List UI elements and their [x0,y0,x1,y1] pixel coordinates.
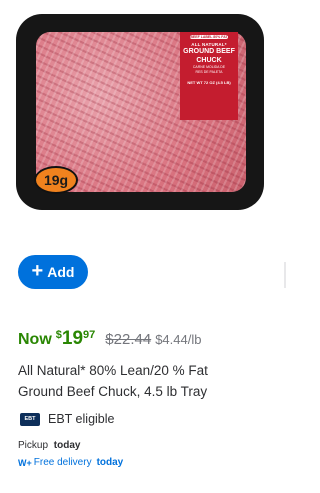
add-button-label: Add [47,264,75,280]
delivery-label: Free delivery [33,457,92,468]
package-label: BEEF LABEL 80% FAT ALL NATURAL* GROUND B… [180,32,238,120]
was-price: $22.44 [105,331,152,348]
pickup-info: Pickup today [18,440,80,451]
next-card-edge [284,262,286,288]
package-weight: NET WT 72 OZ (4.5 LB) [187,80,231,85]
product-title[interactable]: All Natural* 80% Lean/20 % Fat Ground Be… [18,360,258,402]
package-name-1: GROUND BEEF [183,48,235,55]
package-spanish: CARNE MOLIDA DE [192,65,226,69]
pickup-label: Pickup [18,440,49,451]
delivery-when: today [96,457,124,468]
product-title-line-2[interactable]: Ground Beef Chuck, 4.5 lb Tray [18,381,258,402]
now-label: Now [18,331,52,348]
unit-price: $4.44/lb [155,332,202,347]
pickup-when: today [53,440,81,451]
product-image[interactable]: BEEF LABEL 80% FAT ALL NATURAL* GROUND B… [16,14,264,210]
weight-badge: 19g [34,166,78,194]
walmart-plus-icon: W+ [18,457,32,468]
price-dollars: 19 [61,328,84,349]
price-row: Now $ 19 97 $22.44 $4.44/lb [18,328,201,352]
ebt-icon: EBT [20,412,40,426]
plus-icon: + [31,260,44,282]
product-title-line-1[interactable]: All Natural* 80% Lean/20 % Fat [18,360,258,381]
ebt-label: EBT eligible [48,412,115,426]
price-cents: 97 [83,329,96,341]
package-spanish-2: RES DE PALETA [195,70,223,74]
package-natural: ALL NATURAL* [191,42,227,47]
package-brand: BEEF LABEL 80% FAT [190,35,228,39]
weight-badge-value: 19g [43,172,69,188]
add-to-cart-button[interactable]: + Add [18,255,88,289]
package-name-2: CHUCK [196,56,222,64]
delivery-info: W+ Free delivery today [18,457,123,468]
ebt-eligible: EBT EBT eligible [20,412,114,426]
price-currency: $ [55,329,62,341]
